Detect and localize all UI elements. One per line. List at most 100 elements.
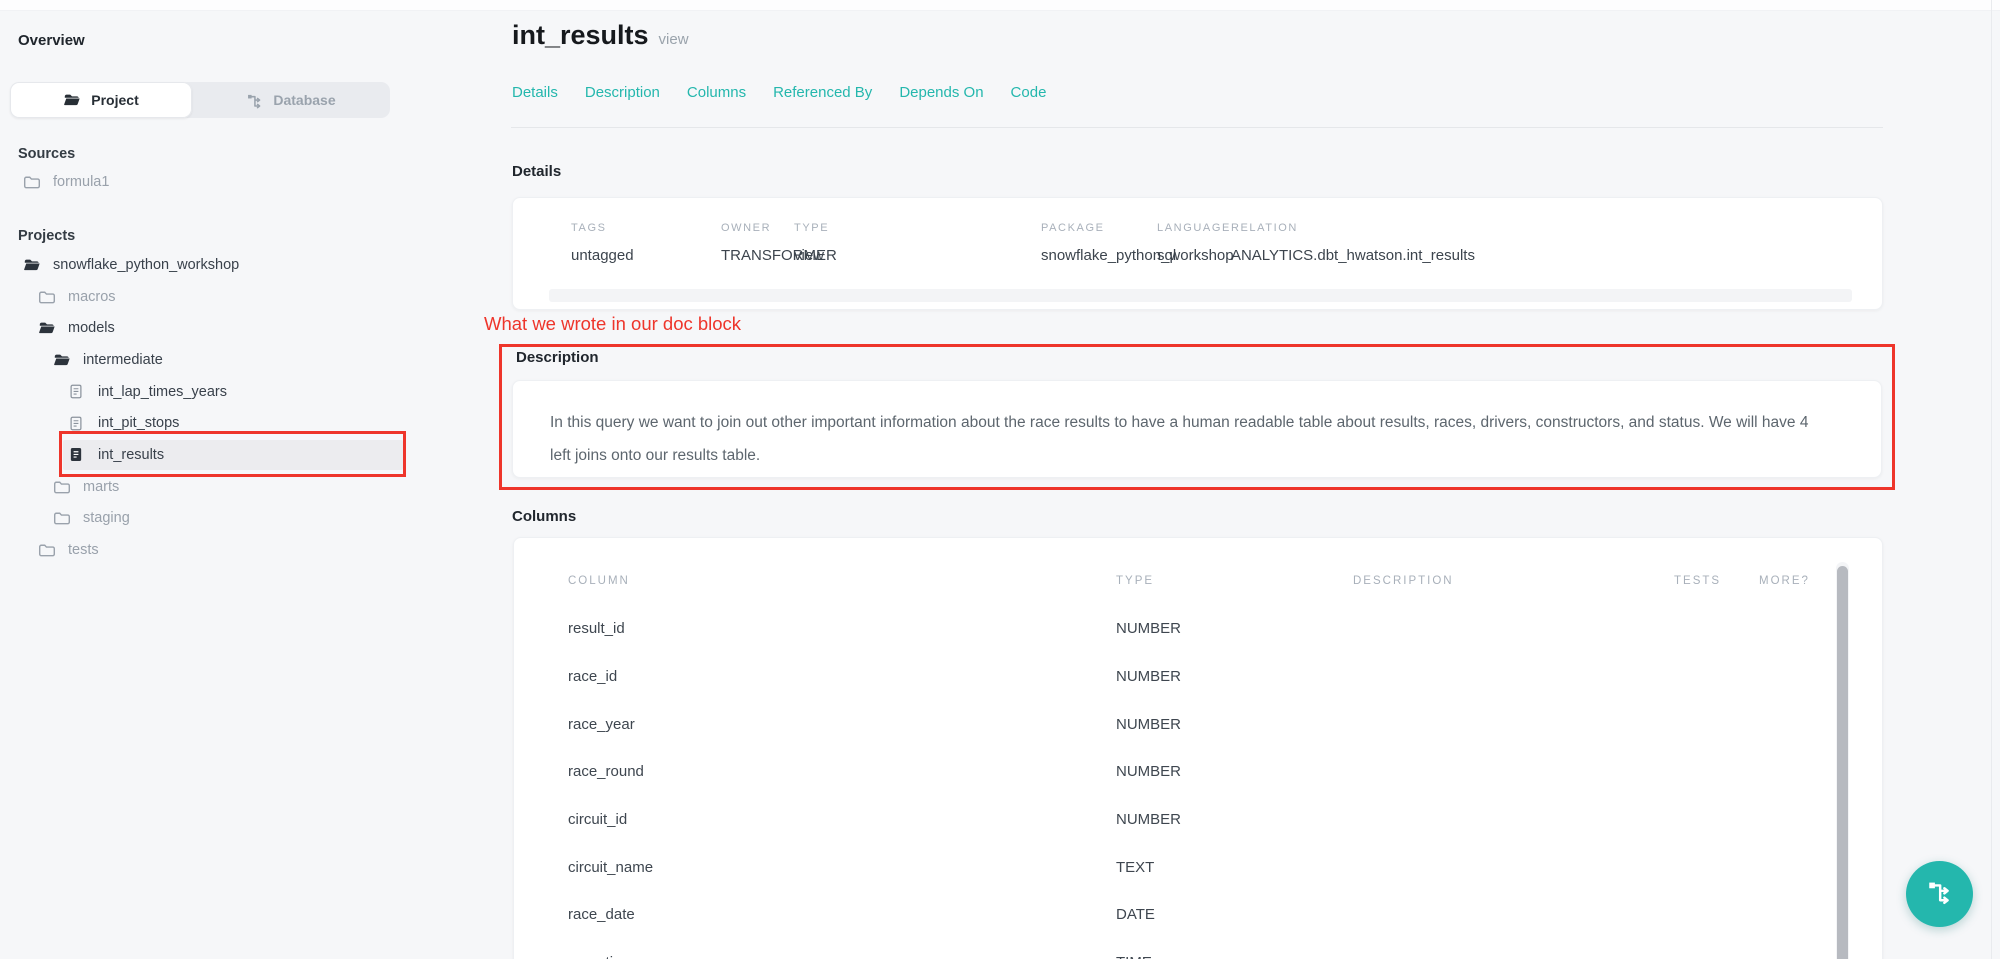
detail-field-label: PACKAGE	[1041, 222, 1157, 234]
file-solid-icon	[68, 446, 86, 463]
tree-item-label: staging	[83, 510, 130, 526]
column-row[interactable]: race_year NUMBER	[514, 700, 1862, 748]
column-type-cell: NUMBER	[1116, 763, 1353, 780]
folder-open-icon	[38, 320, 56, 336]
view-toggle: Project Database	[10, 82, 390, 118]
column-type-cell: DATE	[1116, 906, 1353, 923]
materialization-type: view	[659, 31, 689, 48]
details-fields: TAGS untagged OWNER TRANSFORMER TYPE vie…	[513, 198, 1882, 264]
detail-field: PACKAGE snowflake_python_workshop	[1041, 222, 1157, 264]
sidebar: Overview Project Database Sources formul…	[0, 0, 470, 959]
tab[interactable]: Referenced By	[773, 84, 872, 101]
view-lineage-graph-button[interactable]	[1906, 861, 1973, 927]
tree-item-label: int_lap_times_years	[98, 384, 227, 400]
detail-field-value: untagged	[571, 247, 721, 264]
detail-field-label: OWNER	[721, 222, 794, 234]
tree-item[interactable]: macros	[0, 281, 470, 313]
tab[interactable]: Details	[512, 84, 558, 101]
column-row[interactable]: result_id NUMBER	[514, 605, 1862, 653]
project-toggle-button[interactable]: Project	[10, 82, 192, 118]
tree-item-label: tests	[68, 542, 99, 558]
column-name-cell: result_id	[568, 620, 1116, 637]
tree-item[interactable]: marts	[0, 471, 470, 503]
column-header: TYPE	[1116, 575, 1353, 587]
project-toggle-label: Project	[91, 92, 138, 108]
column-row[interactable]: circuit_id NUMBER	[514, 796, 1862, 844]
column-row[interactable]: circuit_name TEXT	[514, 843, 1862, 891]
folder-open-icon	[53, 352, 71, 368]
column-name-cell: race_time	[568, 954, 1116, 959]
tab[interactable]: Code	[1011, 84, 1047, 101]
column-type-cell: NUMBER	[1116, 716, 1353, 733]
model-name: int_results	[512, 20, 649, 50]
detail-field-label: TAGS	[571, 222, 721, 234]
file-icon	[68, 415, 86, 432]
tree-item-label: int_pit_stops	[98, 415, 179, 431]
project-tree: snowflake_python_workshop macros models …	[0, 249, 470, 566]
folder-open-icon	[23, 257, 41, 273]
description-card: In this query we want to join out other …	[512, 380, 1882, 478]
folder-icon	[53, 510, 71, 526]
column-type-cell: TIME	[1116, 954, 1353, 959]
column-row[interactable]: race_id NUMBER	[514, 653, 1862, 701]
overview-link[interactable]: Overview	[18, 32, 85, 49]
detail-field: RELATION ANALYTICS.dbt_hwatson.int_resul…	[1231, 222, 1475, 264]
tree-item[interactable]: staging	[0, 503, 470, 535]
description-heading: Description	[516, 349, 599, 366]
tree-item-label: models	[68, 320, 115, 336]
tree-item-label: snowflake_python_workshop	[53, 257, 239, 273]
tree-item[interactable]: int_pit_stops	[0, 407, 470, 439]
column-name-cell: race_date	[568, 906, 1116, 923]
column-row[interactable]: race_round NUMBER	[514, 748, 1862, 796]
tabs-divider	[511, 127, 1883, 128]
tree-item[interactable]: snowflake_python_workshop	[0, 249, 470, 281]
sources-list: formula1	[0, 167, 470, 197]
detail-field: TAGS untagged	[571, 222, 721, 264]
column-name-cell: race_round	[568, 763, 1116, 780]
tree-item[interactable]: tests	[0, 534, 470, 566]
column-type-cell: NUMBER	[1116, 620, 1353, 637]
tab[interactable]: Description	[585, 84, 660, 101]
tab-bar: Details Description Columns Referenced By De…	[512, 84, 1046, 101]
details-footer-strip	[549, 289, 1852, 302]
tree-item-label: macros	[68, 289, 116, 305]
tree-item[interactable]: int_lap_times_years	[0, 376, 470, 408]
column-row[interactable]: race_date DATE	[514, 891, 1862, 939]
folder-icon	[23, 174, 41, 190]
detail-field: TYPE view	[794, 222, 1041, 264]
table-scrollbar-thumb[interactable]	[1837, 566, 1848, 959]
detail-field: OWNER TRANSFORMER	[721, 222, 794, 264]
folder-open-icon	[63, 92, 81, 108]
folder-icon	[38, 289, 56, 305]
detail-field-label: LANGUAGE	[1157, 222, 1231, 234]
annotation-text: What we wrote in our doc block	[484, 313, 741, 335]
window-scrollbar-track[interactable]	[1991, 0, 1992, 959]
tree-item[interactable]: int_results	[0, 439, 470, 471]
column-row[interactable]: race_time TIME	[514, 939, 1862, 959]
table-scrollbar-track[interactable]	[1836, 562, 1849, 959]
tree-item-label: intermediate	[83, 352, 163, 368]
column-name-cell: circuit_id	[568, 811, 1116, 828]
source-item-label: formula1	[53, 174, 109, 190]
database-toggle-button[interactable]: Database	[192, 82, 390, 118]
tree-item[interactable]: models	[0, 312, 470, 344]
tab[interactable]: Columns	[687, 84, 746, 101]
tab[interactable]: Depends On	[899, 84, 983, 101]
tree-item-label: marts	[83, 479, 119, 495]
projects-heading: Projects	[18, 228, 75, 244]
detail-field: LANGUAGE sql	[1157, 222, 1231, 264]
detail-field-value: ANALYTICS.dbt_hwatson.int_results	[1231, 247, 1475, 264]
database-toggle-label: Database	[273, 92, 335, 108]
tree-item[interactable]: intermediate	[0, 344, 470, 376]
column-type-cell: TEXT	[1116, 859, 1353, 876]
lineage-icon	[246, 92, 263, 109]
tree-item-label: int_results	[98, 447, 164, 463]
columns-table-header: COLUMNTYPEDESCRIPTIONTESTSMORE?	[514, 575, 1862, 587]
column-name-cell: race_year	[568, 716, 1116, 733]
columns-card: COLUMNTYPEDESCRIPTIONTESTSMORE? result_i…	[513, 537, 1883, 959]
columns-table-body: result_id NUMBER race_id NUMBER race_yea…	[514, 605, 1862, 959]
source-item[interactable]: formula1	[0, 167, 470, 197]
sources-heading: Sources	[18, 146, 75, 162]
details-heading: Details	[512, 163, 561, 180]
detail-field-label: TYPE	[794, 222, 1041, 234]
